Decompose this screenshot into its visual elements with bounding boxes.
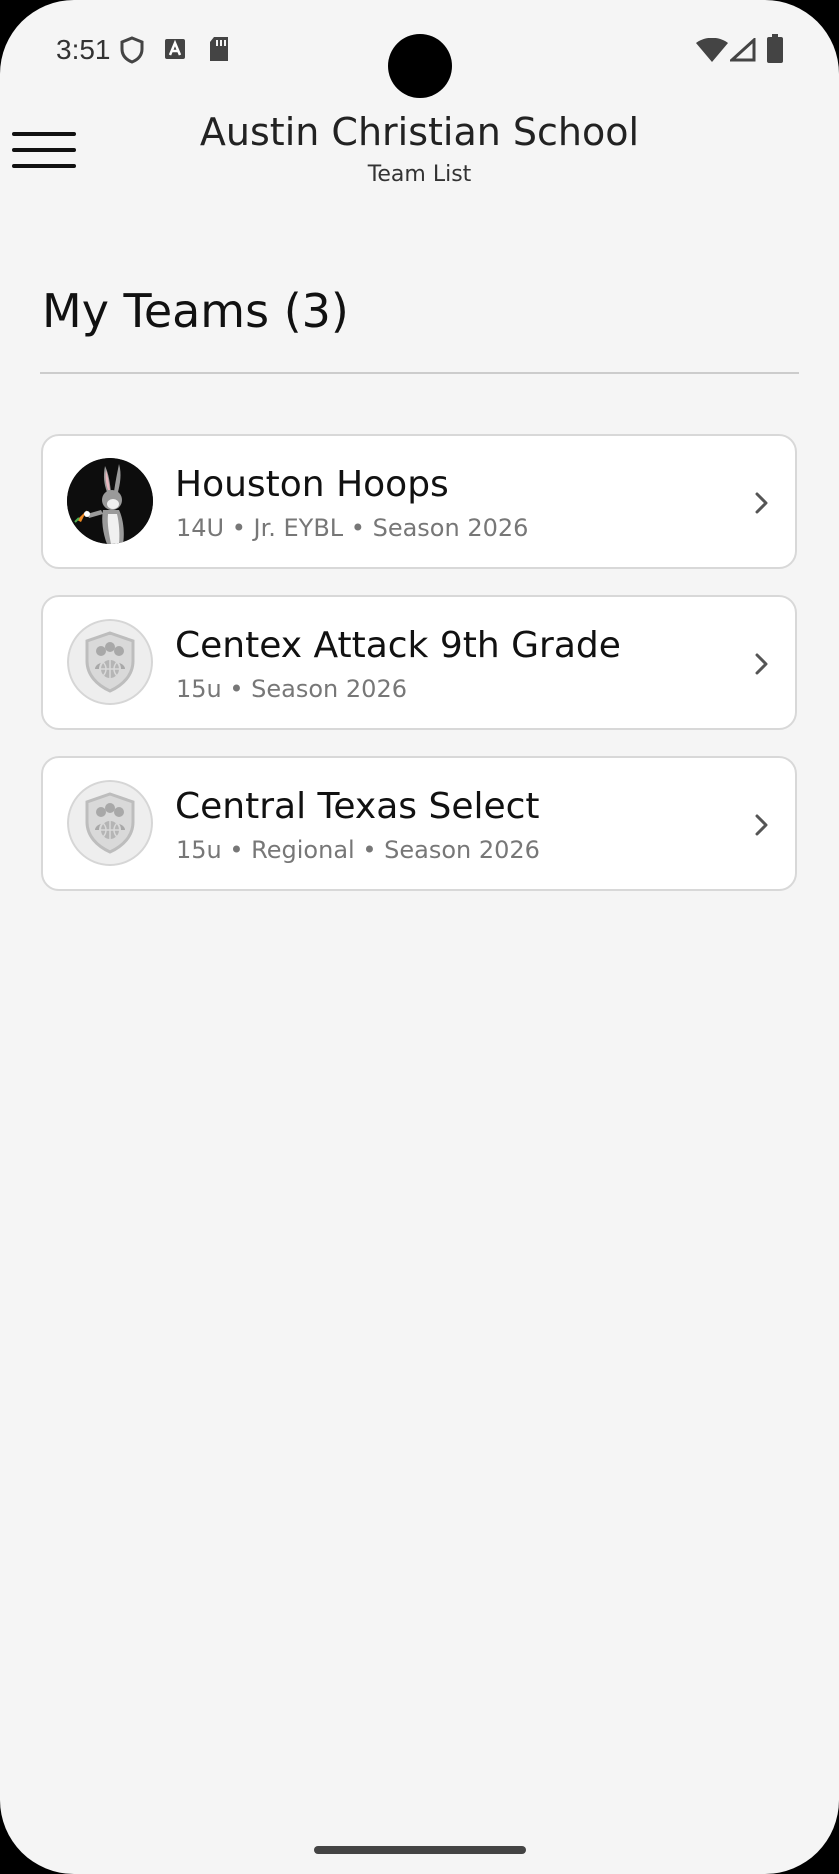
battery-icon (766, 34, 784, 69)
team-name: Houston Hoops (175, 464, 449, 505)
app-subtitle: Team List (367, 162, 472, 187)
team-meta: 14U • Jr. EYBL • Season 2026 (176, 514, 529, 542)
team-shield-placeholder-icon (67, 780, 153, 866)
team-name: Central Texas Select (175, 786, 540, 827)
team-card-central-texas-select[interactable]: Central Texas Select 15u • Regional • Se… (41, 756, 797, 891)
cell-signal-icon (728, 36, 756, 67)
chevron-right-icon (751, 810, 773, 840)
section-divider (40, 372, 799, 374)
app-screen: 3:51 Austin Christian School Team List M… (0, 0, 839, 1874)
status-time: 3:51 (56, 34, 111, 65)
font-a-icon (164, 38, 186, 65)
team-meta: 15u • Regional • Season 2026 (176, 836, 540, 864)
chevron-right-icon (751, 488, 773, 518)
bunny-logo-icon (67, 458, 153, 544)
home-indicator[interactable] (314, 1846, 526, 1854)
sd-card-icon (208, 36, 230, 67)
team-meta: 15u • Season 2026 (176, 675, 407, 703)
status-bar: 3:51 (0, 0, 839, 100)
my-teams-heading: My Teams (3) (42, 284, 349, 338)
team-card-centex-attack-9th-grade[interactable]: Centex Attack 9th Grade 15u • Season 202… (41, 595, 797, 730)
device-frame: 3:51 Austin Christian School Team List M… (0, 0, 839, 1874)
wifi-icon (696, 37, 728, 67)
team-name: Centex Attack 9th Grade (175, 625, 621, 666)
app-title: Austin Christian School (199, 110, 640, 154)
chevron-right-icon (751, 649, 773, 679)
team-shield-placeholder-icon (67, 619, 153, 705)
shield-icon (120, 36, 144, 69)
team-card-houston-hoops[interactable]: Houston Hoops 14U • Jr. EYBL • Season 20… (41, 434, 797, 569)
front-camera (388, 34, 452, 98)
